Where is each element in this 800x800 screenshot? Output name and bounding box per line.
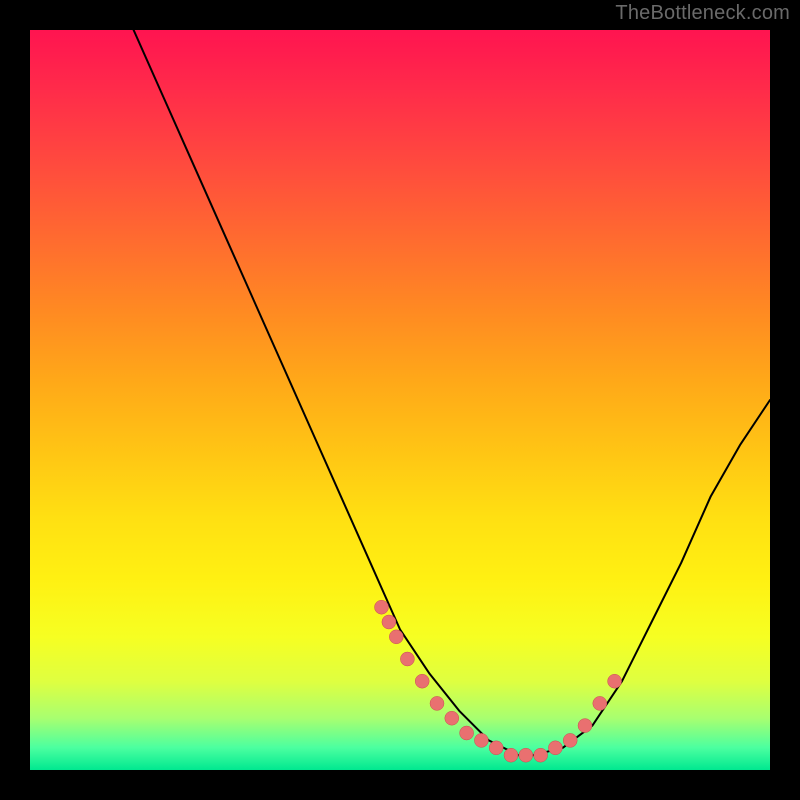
- optimal-dot: [504, 748, 518, 762]
- watermark-text: TheBottleneck.com: [615, 2, 790, 25]
- chart-container: TheBottleneck.com: [0, 0, 800, 800]
- optimal-dot: [445, 711, 459, 725]
- optimal-dot: [389, 630, 403, 644]
- optimal-dot: [382, 615, 396, 629]
- optimal-dot: [400, 652, 414, 666]
- bottleneck-curve: [134, 30, 770, 755]
- plot-area: [30, 30, 770, 770]
- optimal-dots-group: [375, 600, 622, 762]
- optimal-dot: [489, 741, 503, 755]
- chart-svg: [30, 30, 770, 770]
- optimal-dot: [519, 748, 533, 762]
- optimal-dot: [593, 696, 607, 710]
- optimal-dot: [534, 748, 548, 762]
- optimal-dot: [548, 741, 562, 755]
- optimal-dot: [563, 733, 577, 747]
- optimal-dot: [375, 600, 389, 614]
- optimal-dot: [460, 726, 474, 740]
- optimal-dot: [608, 674, 622, 688]
- optimal-dot: [474, 733, 488, 747]
- optimal-dot: [430, 696, 444, 710]
- optimal-dot: [578, 719, 592, 733]
- optimal-dot: [415, 674, 429, 688]
